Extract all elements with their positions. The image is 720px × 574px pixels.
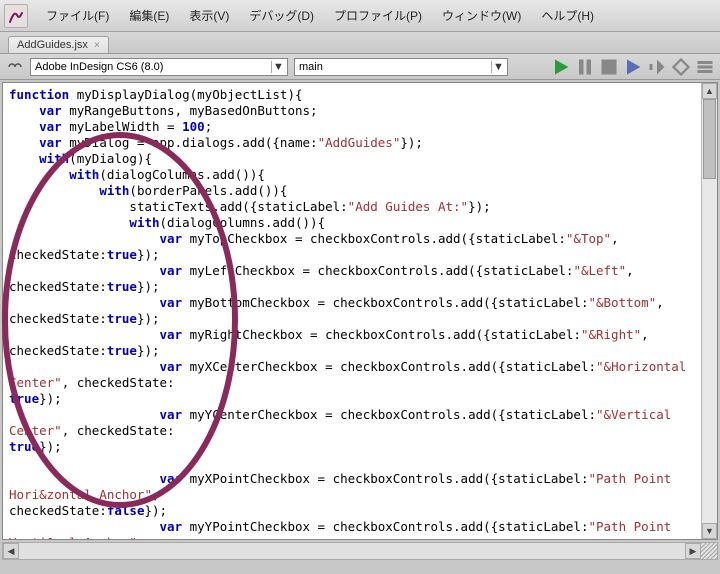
target-dropdown[interactable]: Adobe InDesign CS6 (8.0) ▼: [30, 58, 288, 76]
stop-icon[interactable]: [600, 58, 618, 76]
scroll-right-icon[interactable]: ▶: [685, 543, 701, 559]
code-viewport: function myDisplayDialog(myObjectList){ …: [3, 83, 701, 539]
link-icon[interactable]: [6, 60, 24, 74]
menubar: ファイル(F) 編集(E) 表示(V) デバッグ(D) プロファイル(P) ウィ…: [0, 0, 720, 32]
chevron-down-icon: ▼: [271, 61, 285, 73]
menu-debug[interactable]: デバッグ(D): [239, 3, 324, 28]
hscroll-track[interactable]: [19, 543, 685, 559]
code-content: function myDisplayDialog(myObjectList){ …: [9, 87, 695, 539]
scroll-track[interactable]: [702, 99, 717, 523]
step-into-icon[interactable]: [624, 58, 642, 76]
tab-label: AddGuides.jsx: [17, 39, 88, 51]
menu-profile[interactable]: プロファイル(P): [324, 3, 432, 28]
panel-menu-icon[interactable]: [696, 58, 714, 76]
tab-close-icon[interactable]: ×: [94, 40, 100, 51]
run-icon[interactable]: [552, 58, 570, 76]
menu-edit[interactable]: 編集(E): [119, 3, 179, 28]
code-editor[interactable]: function myDisplayDialog(myObjectList){ …: [2, 82, 718, 540]
tabstrip: AddGuides.jsx ×: [0, 32, 720, 54]
scroll-down-icon[interactable]: ▼: [702, 523, 717, 539]
target-value: Adobe InDesign CS6 (8.0): [35, 61, 163, 73]
function-dropdown[interactable]: main ▼: [294, 58, 508, 76]
menu-window[interactable]: ウィンドウ(W): [432, 3, 531, 28]
toolbar: Adobe InDesign CS6 (8.0) ▼ main ▼: [0, 54, 720, 80]
tab-addguides[interactable]: AddGuides.jsx ×: [8, 36, 109, 53]
function-value: main: [299, 61, 323, 73]
vertical-scrollbar[interactable]: ▲ ▼: [701, 83, 717, 539]
resize-grip-icon[interactable]: [701, 543, 717, 559]
menu-view[interactable]: 表示(V): [179, 3, 239, 28]
scroll-thumb[interactable]: [703, 99, 716, 179]
status-bar: ◀ ▶: [2, 542, 718, 560]
menu-file[interactable]: ファイル(F): [36, 3, 119, 28]
scroll-left-icon[interactable]: ◀: [3, 543, 19, 559]
step-out-icon[interactable]: [672, 58, 690, 76]
app-logo-icon: [4, 4, 28, 28]
pause-icon[interactable]: [576, 58, 594, 76]
menu-help[interactable]: ヘルプ(H): [531, 3, 604, 28]
scroll-up-icon[interactable]: ▲: [702, 83, 717, 99]
step-over-icon[interactable]: [648, 58, 666, 76]
chevron-down-icon: ▼: [491, 61, 505, 73]
